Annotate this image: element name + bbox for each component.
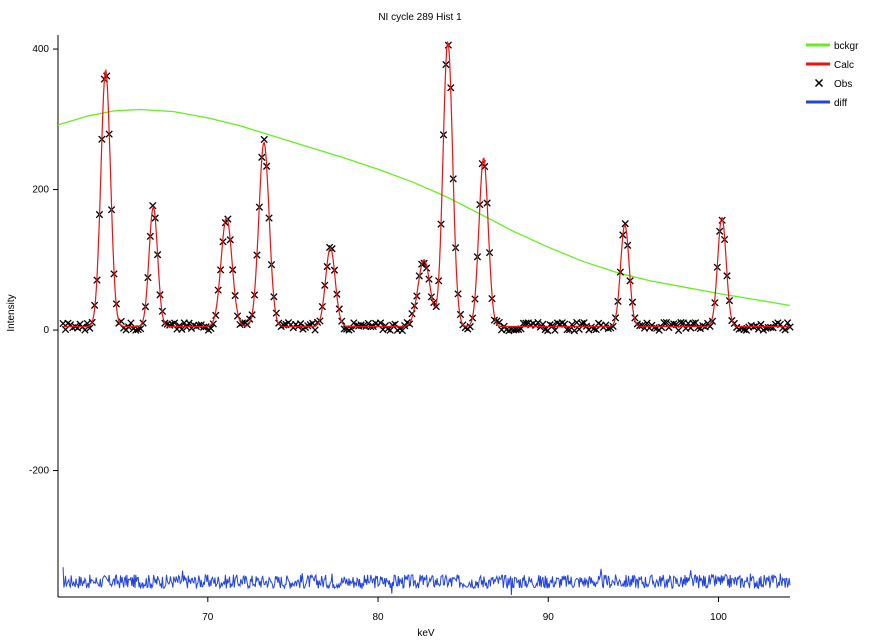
x-tick-label: 100 bbox=[710, 612, 727, 623]
legend-diff-label: diff bbox=[834, 98, 847, 109]
x-axis-ticks: 70 80 90 100 bbox=[202, 597, 727, 623]
calc-line bbox=[63, 40, 790, 328]
obs-marker bbox=[311, 326, 319, 334]
x-tick-label: 90 bbox=[543, 612, 555, 623]
x-axis-title: keV bbox=[417, 628, 435, 639]
legend-obs-label: Obs bbox=[834, 79, 852, 90]
legend-obs-marker bbox=[814, 78, 824, 88]
legend: bckgr Calc Obs diff bbox=[806, 41, 859, 109]
obs-marker bbox=[570, 326, 579, 335]
obs-marker bbox=[674, 326, 683, 335]
x-tick-label: 70 bbox=[202, 612, 214, 623]
y-tick-label: 0 bbox=[43, 325, 49, 336]
legend-bckgr-label: bckgr bbox=[834, 41, 859, 52]
y-tick-label: 200 bbox=[32, 185, 49, 196]
y-tick-label: 400 bbox=[32, 44, 49, 55]
y-tick-label: -200 bbox=[29, 466, 49, 477]
x-tick-label: 80 bbox=[372, 612, 384, 623]
legend-calc-label: Calc bbox=[834, 60, 854, 71]
obs-marker bbox=[405, 320, 414, 328]
plot-area: -200 0 200 400 70 80 90 100 bbox=[29, 35, 794, 623]
y-axis-title: Intensity bbox=[6, 294, 17, 331]
powder-diffraction-chart: NI cycle 289 Hist 1 -200 0 200 400 70 80 90 10… bbox=[6, 12, 859, 639]
chart-title: NI cycle 289 Hist 1 bbox=[378, 12, 462, 23]
y-axis-ticks: -200 0 200 400 bbox=[29, 44, 58, 477]
series-layer bbox=[57, 108, 791, 596]
diff-line bbox=[62, 567, 791, 596]
bckgr-line bbox=[57, 108, 791, 307]
obs-marker bbox=[260, 135, 268, 144]
